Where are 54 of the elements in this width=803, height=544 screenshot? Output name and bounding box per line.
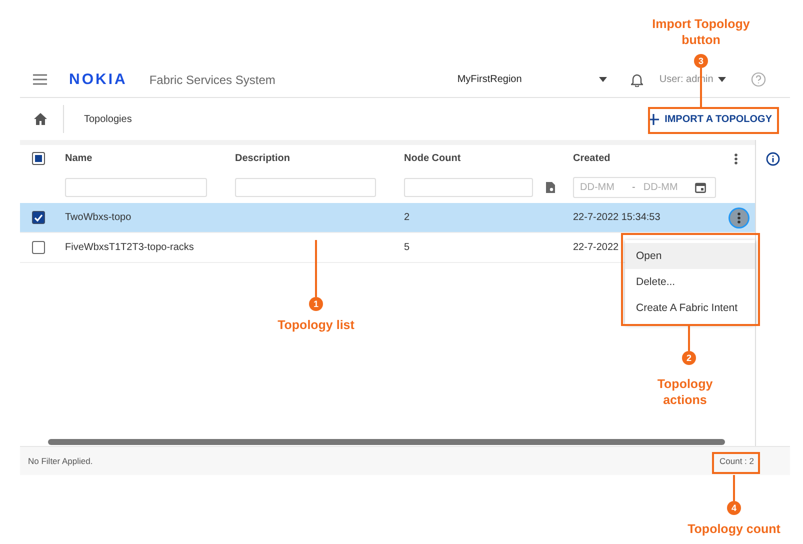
menu-icon[interactable] xyxy=(33,74,47,85)
callout-number: 2 xyxy=(682,351,696,365)
description-filter-field[interactable] xyxy=(235,178,376,197)
menu-item[interactable]: Delete... xyxy=(625,269,755,295)
region-selector[interactable]: MyFirstRegion xyxy=(457,74,594,85)
column-header: Node Count xyxy=(404,153,461,164)
callout-label: Topology list xyxy=(276,317,356,333)
table-cell: 22-7-2022 15:34:53 xyxy=(573,212,660,223)
table-cell: 22-7-2022 xyxy=(573,242,619,253)
row-checkbox[interactable] xyxy=(32,211,45,224)
row-actions-button[interactable] xyxy=(730,208,748,226)
highlight-frame xyxy=(712,452,760,474)
callout-number: 3 xyxy=(694,54,708,68)
more-icon xyxy=(737,212,741,224)
filter-status: No Filter Applied. xyxy=(28,456,93,466)
table-cell: 2 xyxy=(404,212,410,223)
callout-label: Import Topology button xyxy=(651,16,751,48)
home-icon[interactable] xyxy=(34,113,47,125)
date-separator: - xyxy=(632,182,636,193)
region-dropdown-caret[interactable] xyxy=(599,77,608,82)
caret-icon xyxy=(718,77,726,82)
date-range-field[interactable]: DD-MM - DD-MM xyxy=(573,177,716,198)
info-icon[interactable] xyxy=(766,152,780,166)
column-header: Created xyxy=(573,153,610,164)
leader-line xyxy=(700,68,702,107)
table-cell: 5 xyxy=(404,242,410,253)
callout-label: Topology count xyxy=(686,521,782,537)
row-checkbox[interactable] xyxy=(32,241,45,254)
app-title: Fabric Services System xyxy=(149,72,276,86)
logo: NOKIA xyxy=(69,71,128,88)
select-all-checkbox[interactable] xyxy=(32,152,45,165)
leader-line xyxy=(688,326,690,351)
column-header: Description xyxy=(235,153,290,164)
leader-line xyxy=(733,475,735,501)
menu-item[interactable]: Create A Fabric Intent xyxy=(625,295,755,321)
menu-item[interactable]: Open xyxy=(625,243,755,269)
name-filter-field[interactable] xyxy=(65,178,207,197)
table-cell: FiveWbxsT1T2T3-topo-racks xyxy=(65,242,194,253)
bell-icon[interactable] xyxy=(631,72,644,86)
topology-count: Count : 2 xyxy=(720,456,754,466)
callout-number: 1 xyxy=(309,297,323,311)
table-cell: TwoWbxs-topo xyxy=(65,212,132,223)
table-row[interactable]: TwoWbxs-topo 2 22-7-2022 15:34:53 xyxy=(20,203,755,233)
callout-number: 4 xyxy=(727,501,741,515)
plus-icon xyxy=(648,114,659,124)
file-icon[interactable] xyxy=(546,182,555,193)
column-header: Name xyxy=(65,153,92,164)
leader-line xyxy=(315,240,317,297)
breadcrumb-current: Topologies xyxy=(84,114,133,124)
callout-label: Topology actions xyxy=(656,376,714,408)
horizontal-scrollbar[interactable] xyxy=(48,439,725,445)
calendar-icon[interactable] xyxy=(695,182,706,193)
node-count-filter-field[interactable] xyxy=(404,178,533,197)
column-options-icon[interactable] xyxy=(734,152,738,164)
